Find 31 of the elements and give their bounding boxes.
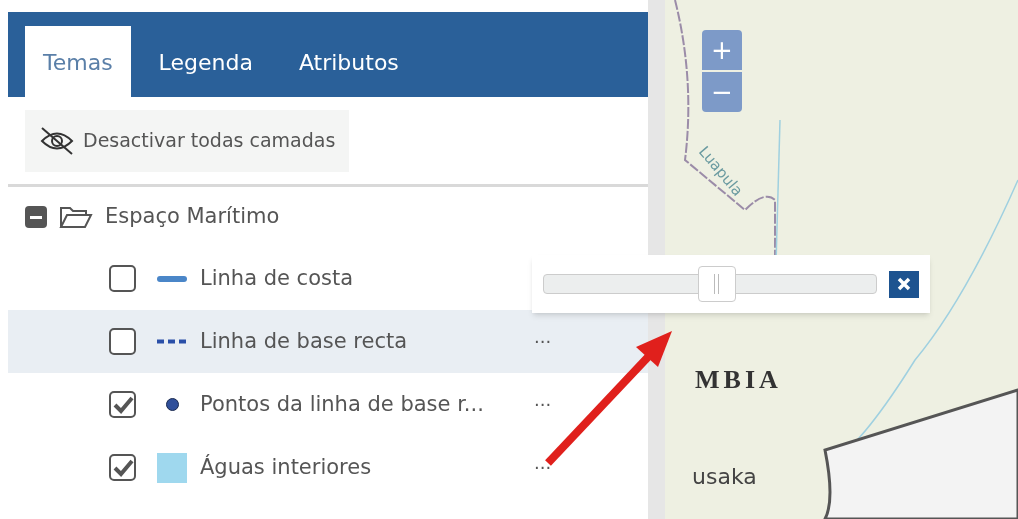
deactivate-layers-button[interactable]: Desactivar todas camadas <box>25 109 350 172</box>
layer-row[interactable]: Linha de costa <box>8 247 648 310</box>
tab[interactable]: Temas <box>25 26 131 97</box>
more-options-button[interactable]: ··· <box>530 391 556 418</box>
group-label: Espaço Marítimo <box>105 203 280 231</box>
check-icon <box>111 458 134 477</box>
collapse-toggle-icon[interactable] <box>25 206 47 228</box>
more-options-button[interactable]: ··· <box>530 328 556 355</box>
tab[interactable]: Atributos <box>280 26 417 97</box>
checkbox[interactable] <box>109 454 136 481</box>
close-icon <box>897 277 911 291</box>
opacity-slider[interactable] <box>543 265 877 303</box>
layer-label: Águas interiores <box>200 453 373 481</box>
city-label: usaka <box>692 463 757 491</box>
layer-row[interactable]: Pontos da linha de base r... ··· <box>8 373 648 436</box>
checkbox[interactable] <box>109 265 136 292</box>
checkbox[interactable] <box>109 391 136 418</box>
checkbox[interactable] <box>109 328 136 355</box>
check-icon <box>111 395 134 414</box>
layer-label: Pontos da linha de base r... <box>200 390 485 418</box>
folder-icon <box>59 205 93 229</box>
close-button[interactable] <box>889 270 919 298</box>
layer-label: Linha de base recta <box>200 327 409 355</box>
slider-thumb[interactable] <box>697 266 736 302</box>
eye-crossed-icon <box>39 125 75 156</box>
more-options-button[interactable]: ··· <box>530 454 556 481</box>
layer-row[interactable]: Águas interiores ··· <box>8 436 648 499</box>
tab[interactable]: Legenda <box>140 26 271 97</box>
layer-label: Linha de costa <box>200 264 355 292</box>
country-label: MBIA <box>695 364 782 396</box>
layer-row[interactable]: Linha de base recta ··· <box>8 310 648 373</box>
